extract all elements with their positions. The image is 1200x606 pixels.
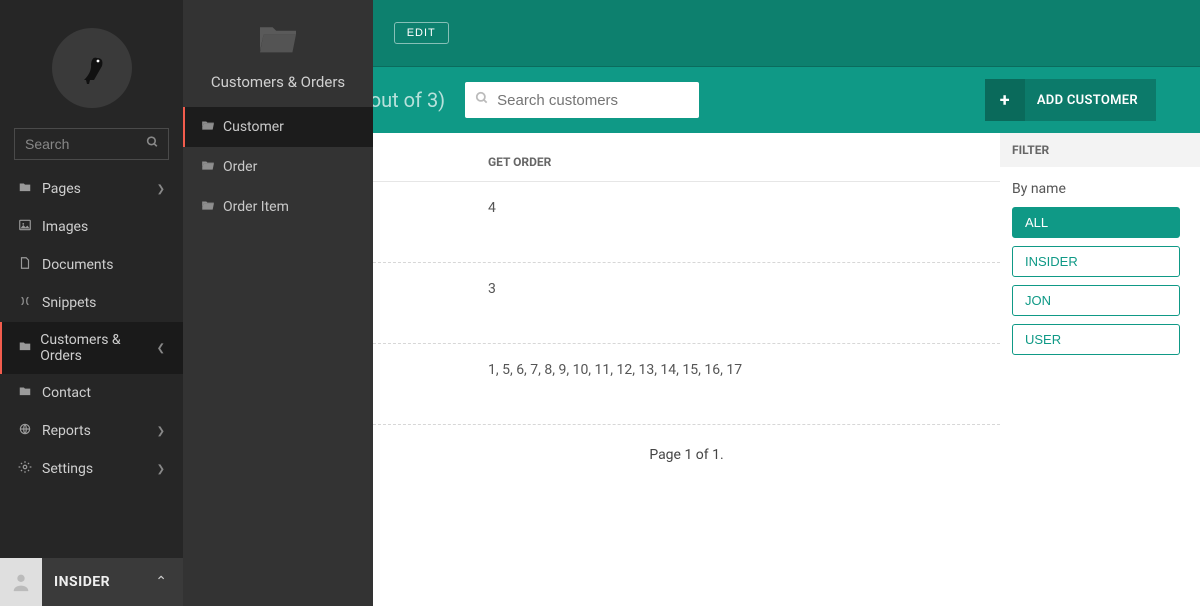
- bird-icon: [72, 48, 112, 88]
- submenu-flyout: Customers & Orders Customer Order Order …: [183, 0, 373, 606]
- image-icon: [18, 218, 42, 236]
- chevron-up-icon: ⌃: [155, 574, 167, 590]
- folder-icon: [18, 180, 42, 198]
- sidebar-search[interactable]: [14, 128, 169, 160]
- chevron-right-icon: ❯: [157, 184, 165, 195]
- submenu-item-label: Order Item: [223, 199, 289, 215]
- sidebar-item-reports[interactable]: Reports ❯: [0, 412, 183, 450]
- sidebar-item-label: Snippets: [42, 295, 96, 311]
- filter-option-all[interactable]: ALL: [1012, 207, 1180, 238]
- sidebar-item-contact[interactable]: Contact: [0, 374, 183, 412]
- sidebar-item-label: Documents: [42, 257, 113, 273]
- sidebar-nav: Pages ❯ Images Documents Snippets Custom…: [0, 170, 183, 558]
- logo[interactable]: [0, 0, 183, 128]
- chevron-right-icon: ❯: [157, 426, 165, 437]
- sidebar-item-label: Settings: [42, 461, 93, 477]
- gear-icon: [18, 460, 42, 478]
- add-customer-label: ADD CUSTOMER: [1037, 93, 1156, 108]
- sidebar-item-settings[interactable]: Settings ❯: [0, 450, 183, 488]
- search-customers-box[interactable]: [465, 82, 699, 118]
- user-name: INSIDER: [42, 574, 110, 590]
- table-row[interactable]: 4: [373, 182, 1000, 263]
- sidebar-item-label: Reports: [42, 423, 91, 439]
- submenu-header: Customers & Orders: [183, 0, 373, 107]
- submenu-title: Customers & Orders: [211, 73, 345, 91]
- submenu-item-label: Order: [223, 159, 257, 175]
- submenu-item-customer[interactable]: Customer: [183, 107, 373, 147]
- avatar-icon: [0, 558, 42, 606]
- chevron-right-icon: ❯: [157, 464, 165, 475]
- folder-icon: [18, 384, 42, 402]
- folder-open-icon: [201, 119, 223, 135]
- search-icon: [146, 136, 159, 153]
- globe-icon: [18, 422, 42, 440]
- table-wrap: GET ORDER 4 3 1, 5, 6, 7, 8, 9, 10, 11, …: [373, 133, 1000, 606]
- plus-icon: +: [985, 79, 1025, 121]
- submenu-item-label: Customer: [223, 119, 284, 135]
- sidebar-item-images[interactable]: Images: [0, 208, 183, 246]
- document-icon: [18, 256, 42, 274]
- table-row[interactable]: 1, 5, 6, 7, 8, 9, 10, 11, 12, 13, 14, 15…: [373, 344, 1000, 425]
- folder-icon: [18, 339, 40, 357]
- submenu-item-order-item[interactable]: Order Item: [183, 187, 373, 227]
- filter-option-user[interactable]: USER: [1012, 324, 1180, 355]
- filter-heading: FILTER: [1000, 133, 1200, 167]
- sidebar-item-documents[interactable]: Documents: [0, 246, 183, 284]
- chevron-left-icon: ❮: [157, 343, 165, 354]
- table-header: GET ORDER: [373, 143, 1000, 182]
- filter-panel: FILTER By name ALL INSIDER JON USER: [1000, 133, 1200, 606]
- folder-open-icon: [201, 199, 223, 215]
- filter-option-insider[interactable]: INSIDER: [1012, 246, 1180, 277]
- sidebar-item-customers-orders[interactable]: Customers & Orders ❮: [0, 322, 183, 374]
- snippet-icon: [18, 294, 42, 312]
- table-row[interactable]: 3: [373, 263, 1000, 344]
- sidebar-item-snippets[interactable]: Snippets: [0, 284, 183, 322]
- search-customers-input[interactable]: [489, 92, 689, 109]
- filter-option-jon[interactable]: JON: [1012, 285, 1180, 316]
- sidebar-item-label: Pages: [42, 181, 81, 197]
- folder-open-icon: [201, 159, 223, 175]
- sidebar-item-label: Images: [42, 219, 88, 235]
- sidebar-item-label: Customers & Orders: [40, 332, 156, 364]
- edit-button[interactable]: EDIT: [394, 22, 449, 44]
- submenu-item-order[interactable]: Order: [183, 147, 373, 187]
- sidebar-item-label: Contact: [42, 385, 91, 401]
- folder-open-icon: [256, 20, 300, 65]
- user-footer[interactable]: INSIDER ⌃: [0, 558, 183, 606]
- add-customer-button[interactable]: + ADD CUSTOMER: [985, 79, 1156, 121]
- search-icon: [475, 91, 489, 109]
- pagination-text: Page 1 of 1.: [373, 425, 1000, 485]
- primary-sidebar: Pages ❯ Images Documents Snippets Custom…: [0, 0, 183, 606]
- sidebar-item-pages[interactable]: Pages ❯: [0, 170, 183, 208]
- filter-by-label: By name: [1012, 181, 1188, 197]
